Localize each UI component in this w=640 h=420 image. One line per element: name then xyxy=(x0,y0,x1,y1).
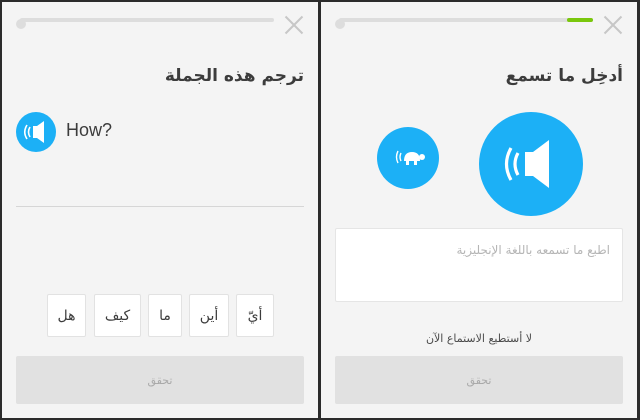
progress-bar xyxy=(339,18,593,22)
translate-exercise-screen: ترجم هذه الجملة How? أيّ أين ما كيف هل ت… xyxy=(2,2,318,418)
answer-input-box[interactable] xyxy=(335,228,623,302)
prompt-sentence: How? xyxy=(66,120,113,140)
close-icon[interactable] xyxy=(603,15,623,35)
word-tile[interactable]: أين xyxy=(189,294,229,337)
exercise-title: ترجم هذه الجملة xyxy=(164,66,304,86)
play-audio-button[interactable] xyxy=(16,112,56,152)
answer-input[interactable] xyxy=(336,229,622,301)
close-icon[interactable] xyxy=(284,15,304,35)
cant-listen-link[interactable]: لا أستطيع الاستماع الآن xyxy=(321,332,637,345)
play-slow-audio-button[interactable] xyxy=(377,127,439,189)
app-stage: ترجم هذه الجملة How? أيّ أين ما كيف هل ت… xyxy=(0,0,640,420)
word-bank: أيّ أين ما كيف هل xyxy=(2,294,318,338)
word-tile[interactable]: أيّ xyxy=(236,294,274,337)
speaker-icon xyxy=(504,140,549,188)
word-tile[interactable]: ما xyxy=(148,294,182,337)
turtle-icon xyxy=(395,150,425,165)
word-tile[interactable]: هل xyxy=(47,294,86,337)
listen-exercise-screen: أدخِل ما تسمع لا أستطيع الاستماع الآن تح… xyxy=(321,2,637,418)
progress-bar-fill xyxy=(567,18,593,22)
word-tile[interactable]: كيف xyxy=(94,294,141,337)
check-button[interactable]: تحقق xyxy=(16,356,304,404)
answer-area-line xyxy=(16,206,304,207)
exercise-title: أدخِل ما تسمع xyxy=(505,66,623,86)
speaker-icon xyxy=(23,121,44,143)
play-audio-button[interactable] xyxy=(479,112,583,216)
check-button[interactable]: تحقق xyxy=(335,356,623,404)
progress-bar xyxy=(20,18,274,22)
